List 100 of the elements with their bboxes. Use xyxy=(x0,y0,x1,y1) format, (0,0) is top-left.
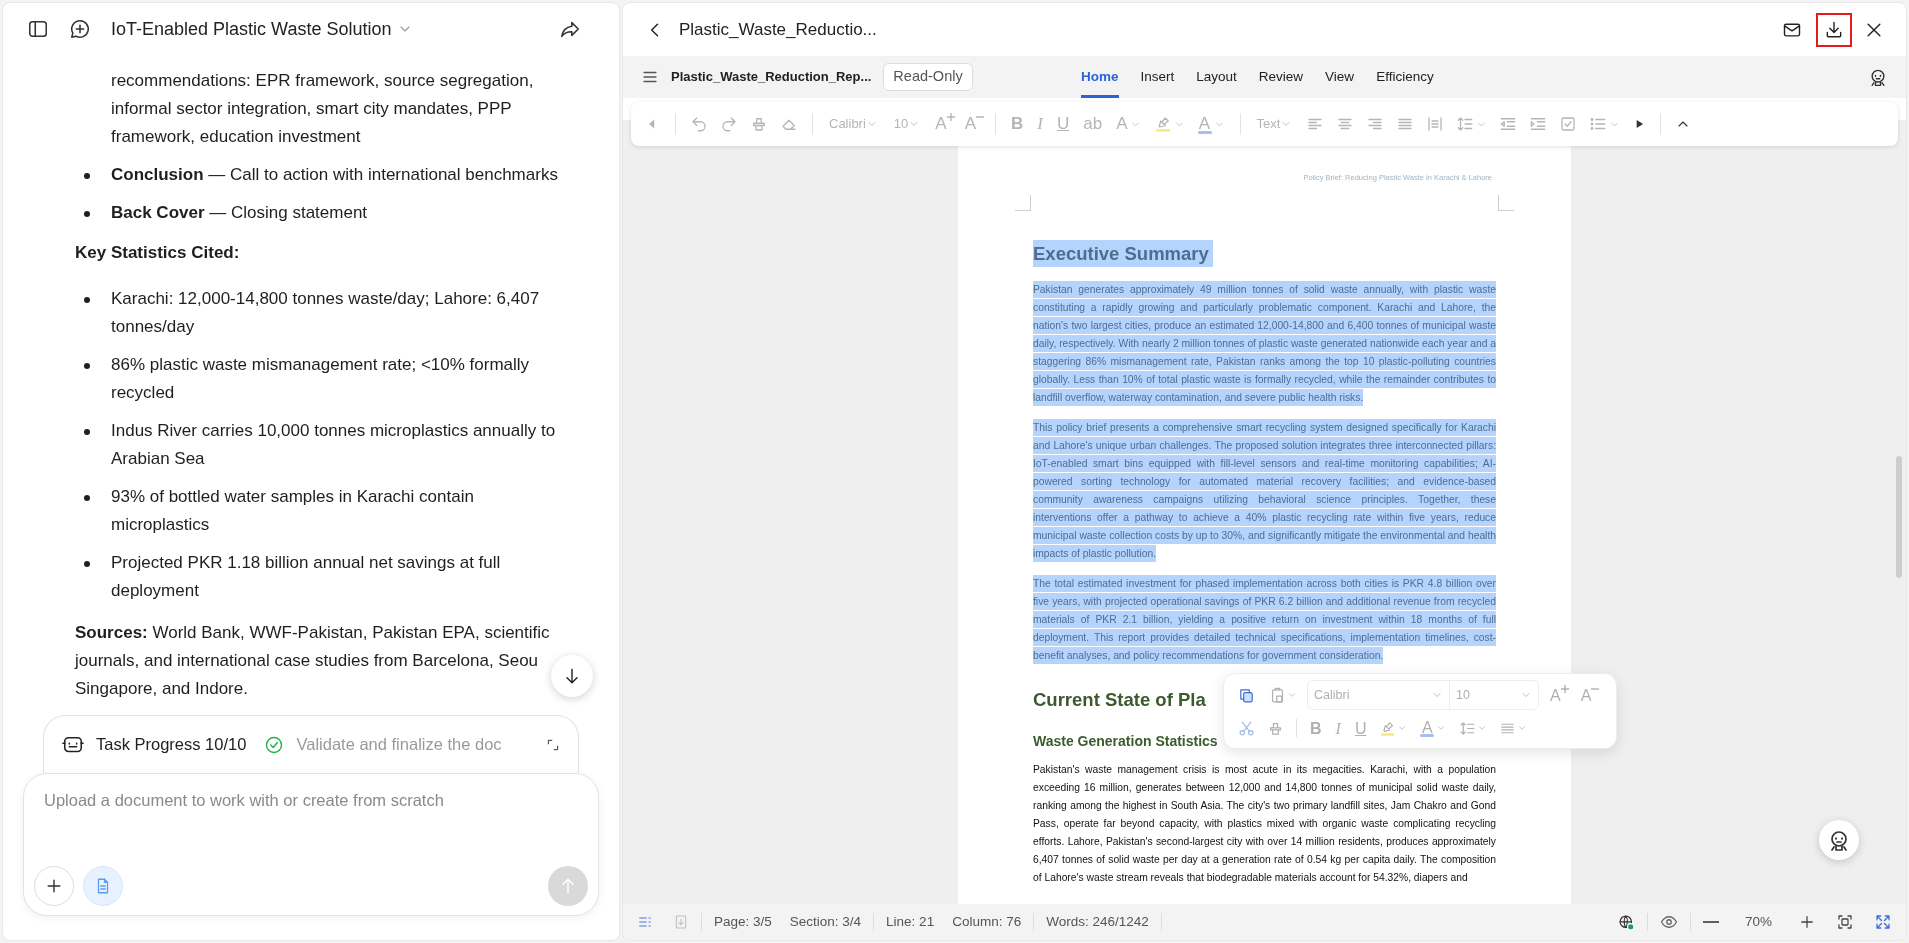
spell-check-button[interactable] xyxy=(1617,913,1635,931)
decrease-indent-icon xyxy=(1499,115,1518,133)
status-text: Line: 21 xyxy=(886,912,935,931)
ribbon-tab[interactable]: View xyxy=(1325,56,1355,98)
list-item-text: Back Cover — Closing statement xyxy=(111,202,368,224)
scroll-down-button[interactable] xyxy=(551,655,593,697)
paste-icon xyxy=(1269,686,1286,704)
body-paragraph: This policy brief presents a comprehensive smart recycling system designed specifically for Karachi and Lahore's unique urban challenges. The proposed solution integrates three interconnected pillars: IoT-enabled smart bins equipped with fill-level sensors and real-time monitoring capabilities; AI-powered sorting technology for automated material recovery facilities; and evidence-based community awareness campaigns utilizing behavioral science principles. Together, these interventions offer a pathway to achieve a 40% plastic recycling rate within five years, reduce municipal waste collection costs by up to 30%, and significantly mitigate the environmental and health impacts of plastic pollution. xyxy=(1033,419,1496,564)
file-name: Plastic_Waste_Reduction_Rep... xyxy=(671,68,872,87)
list-item-text: Projected PKR 1.18 billion annual net savings at full deployment xyxy=(111,552,502,602)
status-text: Section: 3/4 xyxy=(789,912,862,931)
download-button[interactable] xyxy=(1816,12,1852,47)
list-item-text: Karachi: 12,000-14,800 tonnes waste/day; Lahore: 6,407 tonnes/day xyxy=(111,288,541,338)
ribbon-tab[interactable]: Review xyxy=(1258,56,1304,98)
outline-button[interactable] xyxy=(637,914,653,930)
bullet-list-icon xyxy=(1589,115,1608,133)
new-chat-icon xyxy=(69,18,91,40)
page-icon xyxy=(673,914,689,930)
chevron-down-icon xyxy=(1477,723,1488,733)
status-text: Words: 246/1242 xyxy=(1046,912,1149,931)
send-button[interactable] xyxy=(548,866,588,906)
message-field[interactable]: Upload a document to work with or create from scratch xyxy=(23,773,599,916)
minus-icon xyxy=(1702,921,1719,923)
redo-icon xyxy=(720,115,738,133)
plus-icon xyxy=(1798,913,1816,931)
shrink-font-button[interactable]: A xyxy=(1575,681,1601,709)
chevron-down-icon xyxy=(1287,690,1297,700)
checkbox-icon xyxy=(1559,115,1578,133)
read-mode-button[interactable] xyxy=(1659,913,1678,931)
heading-text: Executive Summary xyxy=(1033,239,1213,270)
fullscreen-button[interactable] xyxy=(1874,913,1892,931)
font-color-button[interactable]: A xyxy=(1415,714,1452,742)
chevron-down-icon xyxy=(1436,723,1447,733)
status-text: Page: 3/5 xyxy=(714,912,772,931)
underline-button[interactable]: U xyxy=(1349,714,1372,742)
bullet-icon xyxy=(84,429,90,435)
highlighter-icon xyxy=(1153,115,1172,133)
section-heading: Key Statistics Cited: xyxy=(75,242,241,264)
sidebar-icon xyxy=(27,18,49,40)
ribbon-tab[interactable]: Home xyxy=(1081,56,1119,98)
chat-title-dropdown[interactable]: IoT-Enabled Plastic Waste Solution xyxy=(111,15,414,43)
globe-icon xyxy=(1617,913,1635,931)
body-paragraph: Pakistan's waste management crisis is most acute in its megacities. Karachi, with a population exceeding 16 million, generates between 12,000 and 14,800 tonnes of municipal solid waste daily, ranking among the highest in South Asia. The city's two primary landfill sites, Jam Chakro and Gond Pass, operate far beyond capacity, with plastics mixed with organic waste complicating recycling efforts. Lahore, Pakistan's second-largest city with over 14 million residents, produces approximately 6,407 tonnes of solid waste per day at a generation rate of 0.54 kg per capita daily. The composition of Lahore's waste stream reveals that biodegradable materials account for 54.32%, diapers and xyxy=(1033,763,1496,886)
subheading-text: Waste Generation Statistics xyxy=(1033,732,1218,752)
body-paragraph: The total estimated investment for phased implementation across both cities is PKR 4.8 billion over five years, with projected operational savings of PKR 6.2 billion and additional revenue from recycled materials of PKR 2.1 billion, yielding a positive return on investment within 18 months of full deployment. This report provides detailed technical specifications, implementation timelines, cost-benefit analyses, and policy recommendations for government consideration. xyxy=(1033,575,1496,666)
outline-icon xyxy=(637,914,653,930)
mascot-icon xyxy=(1868,67,1888,87)
expand-icon[interactable] xyxy=(546,737,560,752)
bullet-icon xyxy=(84,297,90,303)
scissors-icon xyxy=(1238,719,1255,737)
document-mode-button[interactable] xyxy=(83,866,123,906)
read-only-badge: Read-Only xyxy=(883,63,973,91)
italic-button[interactable]: I xyxy=(1330,714,1346,742)
chevron-down-icon xyxy=(1517,723,1528,733)
list-item-text: Indus River carries 10,000 tonnes microplastics annually to Arabian Sea xyxy=(111,420,557,470)
list-item-text: 86% plastic waste mismanagement rate; <10% formally recycled xyxy=(111,354,531,404)
task-progress-card[interactable]: Task Progress 10/10 Validate and finalize the doc xyxy=(43,715,579,773)
line-spacing-icon xyxy=(1456,115,1475,133)
bullet-icon xyxy=(84,363,90,369)
bullet-icon xyxy=(84,561,90,567)
status-text: Column: 76 xyxy=(952,912,1022,931)
bullet-icon xyxy=(84,495,90,501)
bullet-icon xyxy=(84,211,90,217)
sources-text: Singapore, and Indore. xyxy=(75,678,248,700)
bold-button[interactable]: B xyxy=(1305,714,1327,742)
fit-page-button[interactable] xyxy=(1836,913,1854,931)
distributed-icon xyxy=(1426,115,1445,133)
highlighter-icon xyxy=(1379,719,1397,737)
fit-page-icon xyxy=(1836,913,1854,931)
plus-icon xyxy=(1560,685,1569,693)
grow-font-button[interactable]: A xyxy=(1545,681,1570,709)
list-item-text: 93% of bottled water samples in Karachi contain microplastics xyxy=(111,486,475,536)
sources-text: Sources: World Bank, WWF-Pakistan, Pakistan EPA, scientific journals, and international case studies from Barcelona, Seou xyxy=(75,622,551,672)
zoom-level: 70% xyxy=(1744,912,1772,931)
ribbon-tab[interactable]: Insert xyxy=(1140,56,1175,98)
ribbon-tab[interactable]: Layout xyxy=(1196,56,1237,98)
body-paragraph: Pakistan generates approximately 49 million tonnes of solid waste annually, with plastic waste constituting a rapidly growing and particularly problematic component. Karachi and Lahore, the nation's two largest cities, produce an estimated 12,000-14,800 and 6,400 tonnes of municipal waste daily, respectively. With nearly 2 million tonnes of plastic waste generated nationwide each year and a staggering 86% mismanagement rate, Pakistan ranks among the top 10 plastic-polluting countries globally. Less than 10% of total plastic waste is formally recycled, while the remainder contributes to landfill overflow, waterway contamination, and severe public health risks. xyxy=(1033,281,1496,408)
increase-indent-icon xyxy=(1529,115,1548,133)
document-title: Plastic_Waste_Reductio... xyxy=(679,18,877,41)
ribbon-tab[interactable]: Efficiency xyxy=(1376,56,1434,98)
copy-icon xyxy=(1238,686,1255,704)
paint-bucket-icon xyxy=(750,115,768,133)
undo-icon xyxy=(690,115,708,133)
crop-mark xyxy=(1015,195,1031,212)
assistant-button[interactable] xyxy=(1868,67,1888,87)
crop-mark xyxy=(1498,195,1514,212)
navigation-button[interactable] xyxy=(673,914,689,930)
zoom-in-button[interactable] xyxy=(1798,913,1816,931)
chevron-down-icon xyxy=(1397,723,1408,733)
list-item-text: recommendations: EPR framework, source segregation, informal sector integration, smart city mandates, PPP framework, education investment xyxy=(110,70,535,148)
eye-icon xyxy=(1659,913,1678,931)
download-icon xyxy=(1824,19,1844,40)
assistant-button[interactable] xyxy=(1819,820,1859,860)
task-progress-label: Task Progress 10/10 xyxy=(96,734,247,756)
minus-icon xyxy=(976,116,984,118)
heading-text: Current State of Pla xyxy=(1033,688,1207,713)
list-item-text: Conclusion — Call to action with international benchmarks xyxy=(111,164,558,186)
message-input[interactable]: Upload a document to work with or create from scratch xyxy=(34,774,588,866)
scrollbar-thumb[interactable] xyxy=(1896,456,1902,578)
task-step-text: Validate and finalize the doc xyxy=(296,734,502,756)
